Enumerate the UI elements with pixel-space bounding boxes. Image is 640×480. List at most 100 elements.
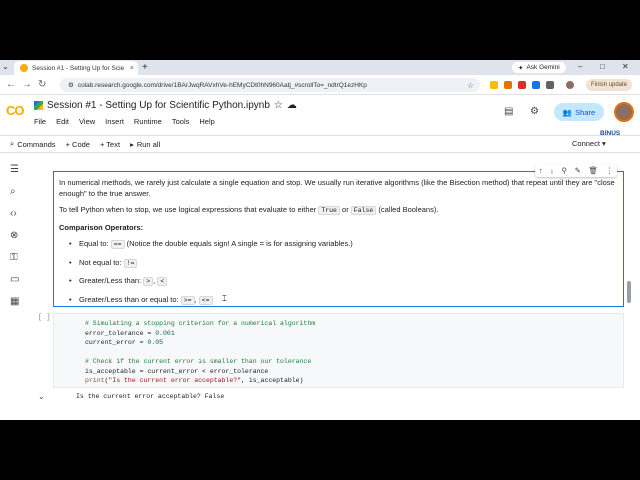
code-cell[interactable]: # Simulating a stopping criterion for a … (53, 313, 624, 388)
delete-trash-icon[interactable]: 🗑 (589, 166, 599, 175)
inline-code-false: False (350, 206, 377, 215)
close-window-button[interactable]: ✕ (622, 62, 629, 71)
minimize-button[interactable]: – (578, 62, 582, 71)
browser-tab[interactable]: Session #1 - Setting Up for Scie × (14, 61, 138, 75)
share-button[interactable]: 👥 Share (554, 103, 604, 121)
left-sidebar-rail: ☰ ⌕ ‹› ⊗ ⚿ ▭ ▦ (0, 153, 30, 420)
inline-code: <= (198, 295, 213, 305)
output-area: Is the current error acceptable? False (53, 391, 624, 405)
terminal-icon[interactable]: ▦ (10, 296, 19, 307)
files-folder-icon[interactable]: ▭ (10, 274, 19, 285)
menu-runtime[interactable]: Runtime (134, 117, 162, 126)
bullet-greater-less-equal: Greater/Less than or equal to: >=, <= (59, 295, 618, 307)
colab-header: CO Session #1 - Setting Up for Scientifi… (0, 95, 640, 137)
new-tab-button[interactable]: + (142, 62, 148, 73)
extension-icon[interactable] (518, 81, 526, 89)
text-cell[interactable]: In numerical methods, we rarely just cal… (53, 171, 624, 307)
forward-icon[interactable]: → (22, 79, 32, 90)
connect-label: Connect (572, 139, 600, 148)
inline-code: == (110, 240, 125, 249)
code-snippets-icon[interactable]: ‹› (10, 208, 17, 219)
notebook-title-bar: Session #1 - Setting Up for Scientific P… (34, 100, 297, 111)
ask-gemini-label: Ask Gemini (526, 64, 560, 71)
paragraph-2-suffix: (called Booleans). (378, 205, 439, 214)
run-all-button[interactable]: ▸ Run all (130, 140, 160, 149)
comments-icon[interactable]: ▤ (504, 106, 513, 117)
tab-close-icon[interactable]: × (130, 65, 134, 72)
secrets-key-icon[interactable]: ⚿ (10, 252, 18, 263)
menu-help[interactable]: Help (199, 117, 214, 126)
colab-logo[interactable]: CO (6, 103, 24, 118)
code-var: error_tolerance (85, 329, 144, 337)
paragraph-2: To tell Python when to stop, we use logi… (59, 205, 618, 217)
code-comment: # Simulating a stopping criterion for a … (85, 320, 316, 327)
comma-separator: , (153, 276, 156, 285)
ask-gemini-button[interactable]: ✦ Ask Gemini (512, 62, 566, 73)
extension-icon[interactable] (490, 81, 498, 89)
inline-code: > (143, 277, 154, 286)
screen: ⌄ Session #1 - Setting Up for Scie × + ✦… (0, 60, 640, 420)
inline-code: < (157, 277, 168, 286)
menu-file[interactable]: File (34, 117, 46, 126)
variables-icon[interactable]: ⊗ (10, 230, 18, 241)
extension-icon[interactable] (504, 81, 512, 89)
bullet-label: Equal to: (79, 239, 109, 248)
star-icon[interactable]: ☆ (274, 100, 283, 111)
code-comment: # Check if the current error is smaller … (85, 358, 312, 365)
letterbox-bottom (0, 420, 640, 480)
scrollbar-thumb[interactable] (627, 281, 631, 303)
people-icon: 👥 (562, 107, 573, 117)
output-collapse-chevron-icon[interactable]: ⌄ (38, 392, 45, 401)
extensions-puzzle-icon[interactable] (546, 81, 554, 89)
menu-tools[interactable]: Tools (172, 117, 190, 126)
extension-icon[interactable] (532, 81, 540, 89)
back-icon[interactable]: ← (6, 79, 16, 90)
link-icon[interactable]: ⚲ (562, 166, 568, 175)
add-text-button[interactable]: + Text (100, 140, 120, 149)
code-function: print (85, 377, 105, 384)
address-bar-row: ← → ↻ ⚙ colab.research.google.com/drive/… (0, 75, 640, 95)
code-number: 0.001 (155, 329, 175, 337)
add-code-button[interactable]: + Code (66, 140, 90, 149)
tab-search-icon[interactable]: ⌄ (2, 62, 9, 71)
code-string: "Is the current error acceptable?" (108, 377, 242, 384)
cloud-saved-icon: ☁ (286, 100, 297, 111)
reload-icon[interactable]: ↻ (38, 79, 46, 90)
table-of-contents-icon[interactable]: ☰ (10, 164, 19, 175)
menu-insert[interactable]: Insert (105, 117, 124, 126)
finish-update-button[interactable]: Finish update (586, 79, 633, 91)
url-text: colab.research.google.com/drive/1BArJwqR… (77, 81, 367, 89)
move-down-icon[interactable]: ↓ (550, 166, 554, 175)
gemini-sparkle-icon: ✦ (518, 64, 524, 72)
bookmark-star-icon[interactable]: ☆ (467, 81, 474, 90)
find-replace-icon[interactable]: ⌕ (10, 186, 16, 197)
paragraph-2-prefix: To tell Python when to stop, we use logi… (59, 205, 317, 214)
connect-button[interactable]: Connect ▾ (572, 139, 606, 148)
mouse-cursor-icon: ⌶ (222, 294, 227, 303)
paragraph-1: In numerical methods, we rarely just cal… (59, 178, 615, 198)
paragraph-2-or: or (342, 205, 349, 214)
profile-avatar[interactable] (566, 81, 574, 89)
code-editor[interactable]: # Simulating a stopping criterion for a … (85, 319, 315, 386)
settings-gear-icon[interactable]: ⚙ (530, 106, 539, 117)
bullet-label: Not equal to: (79, 257, 122, 267)
more-options-icon[interactable]: ⋮ (606, 166, 614, 175)
output-text: Is the current error acceptable? False (76, 393, 225, 400)
comparison-operators-heading: Comparison Operators: (59, 222, 144, 232)
edit-pencil-icon[interactable]: ✎ (575, 166, 581, 175)
site-info-icon[interactable]: ⚙ (68, 81, 74, 89)
menu-view[interactable]: View (79, 117, 95, 126)
notebook-title[interactable]: Session #1 - Setting Up for Scientific P… (47, 100, 270, 111)
url-bar[interactable]: ⚙ colab.research.google.com/drive/1BArJw… (60, 78, 480, 92)
maximize-button[interactable]: □ (600, 62, 605, 71)
commands-button[interactable]: ⌕ Commands (10, 139, 56, 149)
run-all-label: Run all (136, 139, 161, 149)
menu-edit[interactable]: Edit (56, 117, 69, 126)
bullet-greater-less: Greater/Less than: >, < (59, 276, 618, 288)
run-cell-indicator[interactable]: [ ] (38, 314, 51, 322)
move-up-icon[interactable]: ↑ (539, 166, 543, 175)
commands-label: Commands (17, 139, 56, 149)
code-line-rest: , is_acceptable) (241, 377, 304, 384)
browser-tab-strip: ⌄ Session #1 - Setting Up for Scie × + ✦… (0, 60, 640, 75)
user-avatar[interactable] (614, 102, 634, 122)
